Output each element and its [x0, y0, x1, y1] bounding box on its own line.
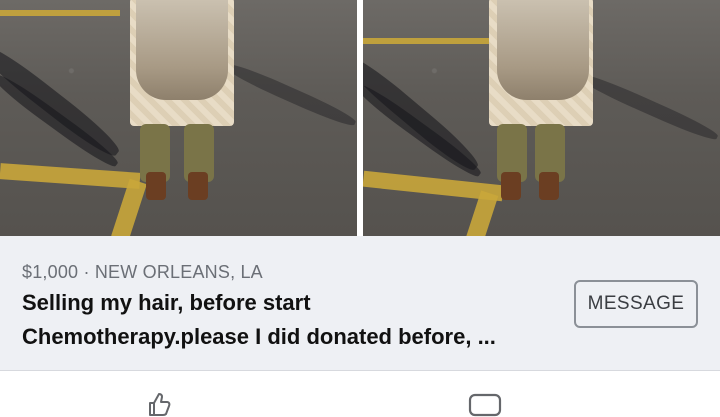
listing-title-line-2: Chemotherapy.please I did donated before… [22, 324, 496, 349]
price-location: $1,000 · NEW ORLEANS, LA [22, 262, 263, 282]
thumbs-up-icon [149, 393, 171, 416]
comment-button[interactable] [468, 391, 502, 417]
right-boot [188, 172, 208, 200]
post-actions-bar [0, 371, 720, 417]
listing-photos [0, 0, 720, 236]
long-hair [497, 0, 589, 100]
left-boot [501, 172, 521, 200]
comment-icon [468, 393, 502, 417]
pole-shadow [577, 70, 720, 144]
long-hair [136, 0, 228, 100]
message-button[interactable]: MESSAGE [574, 280, 698, 328]
listing-photo-2[interactable] [363, 0, 720, 236]
parking-line [0, 163, 141, 189]
listing-title: Selling my hair, before start Chemothera… [22, 286, 562, 354]
like-button[interactable] [146, 391, 172, 417]
left-boot [146, 172, 166, 200]
listing-photo-1[interactable] [0, 0, 357, 236]
pole-shadow [224, 60, 357, 130]
parking-line [0, 10, 120, 16]
right-boot [539, 172, 559, 200]
listing-title-line-1: Selling my hair, before start [22, 290, 311, 315]
person-shadow [0, 70, 122, 172]
person-shadow [363, 80, 485, 182]
listing-info-card[interactable]: $1,000 · NEW ORLEANS, LA Selling my hair… [0, 236, 720, 370]
